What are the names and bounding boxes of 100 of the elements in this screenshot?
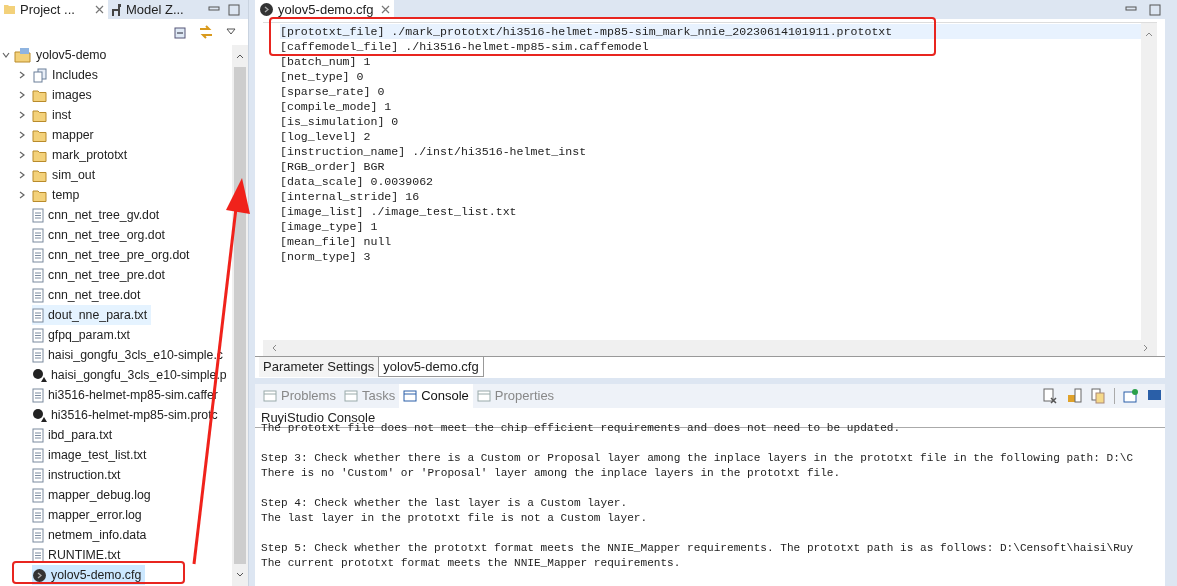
document-icon <box>32 247 44 263</box>
config-line: [caffemodel_file] ./hi3516-helmet-mp85-sim.caffemodel <box>280 39 650 54</box>
tree-item[interactable]: cnn_net_tree_pre_org.dot <box>32 245 194 265</box>
editor-tab[interactable]: yolov5-demo.cfg <box>255 0 395 19</box>
circle-triangle-icon <box>32 367 47 383</box>
folder-icon <box>4 4 16 15</box>
chevron-right-icon[interactable] <box>18 131 26 139</box>
tree-item[interactable]: Includes <box>32 65 102 85</box>
document-icon <box>32 427 44 443</box>
chevron-right-icon[interactable] <box>18 171 26 179</box>
view-icon <box>476 390 491 402</box>
collapse-all-icon[interactable] <box>172 25 186 39</box>
scroll-down-icon[interactable] <box>236 572 244 578</box>
scroll-right-icon[interactable] <box>1143 344 1149 352</box>
document-icon <box>32 347 44 363</box>
config-line: [RGB_order] BGR <box>280 159 386 174</box>
console-line: Step 4: Check whether the last layer is a Custom layer. <box>261 496 629 511</box>
chevron-right-icon[interactable] <box>18 151 26 159</box>
console-line: Step 3: Check whether there is a Custom or Proposal layer among the inplace layers in the prototxt file in the following path: D:\C <box>261 451 1135 466</box>
link-arrows-icon[interactable] <box>198 24 214 40</box>
document-icon <box>32 227 44 243</box>
config-line: [is_simulation] 0 <box>280 114 400 129</box>
tree-item[interactable]: mapper <box>32 125 98 145</box>
document-icon <box>32 487 44 503</box>
scrollbar[interactable] <box>232 45 248 586</box>
scroll-lock-icon[interactable] <box>1066 388 1082 404</box>
scroll-up-icon[interactable] <box>236 53 244 59</box>
tree-item[interactable]: mapper_debug.log <box>32 485 155 505</box>
tree-item[interactable]: ibd_para.txt <box>32 425 117 445</box>
tree-item[interactable]: yolov5-demo.cfg <box>32 565 146 585</box>
folder-icon <box>32 188 48 202</box>
config-line: [image_list] ./image_test_list.txt <box>280 204 518 219</box>
scroll-up-icon[interactable] <box>1145 31 1153 37</box>
scroll-thumb[interactable] <box>234 67 246 564</box>
tree-item[interactable]: images <box>32 85 96 105</box>
console-line: The current prototxt format meets the NNIE_Mapper requirements. <box>261 556 682 571</box>
folder-icon <box>32 128 48 142</box>
close-icon[interactable] <box>381 5 391 14</box>
config-line: [log_level] 2 <box>280 129 372 144</box>
folder-icon <box>32 108 48 122</box>
tree-item[interactable]: cnn_net_tree_pre.dot <box>32 265 169 285</box>
vertical-scrollbar[interactable] <box>1141 23 1157 340</box>
project-folder-icon <box>14 47 32 63</box>
tree-item[interactable]: mark_prototxt <box>32 145 132 165</box>
view-icon <box>263 390 277 402</box>
config-line: [internal_stride] 16 <box>280 189 421 204</box>
chevron-down-icon[interactable] <box>2 51 10 59</box>
tree-item[interactable]: sim_out <box>32 165 100 185</box>
tree-item[interactable]: mapper_error.log <box>32 505 146 525</box>
editor-page-tab[interactable]: Parameter Settings <box>259 357 379 377</box>
document-icon <box>32 507 44 523</box>
document-icon <box>32 467 44 483</box>
horizontal-scrollbar[interactable] <box>263 340 1157 356</box>
tree-item[interactable]: cnn_net_tree_org.dot <box>32 225 169 245</box>
maximize-icon[interactable] <box>1149 3 1161 16</box>
close-icon[interactable] <box>94 5 104 14</box>
tree-item[interactable]: RUNTIME.txt <box>32 545 125 565</box>
scroll-left-icon[interactable] <box>271 344 277 352</box>
document-icon <box>32 387 44 403</box>
config-line: [compile_mode] 1 <box>280 99 393 114</box>
config-line: [mean_file] null <box>280 234 393 249</box>
tree-item[interactable]: image_test_list.txt <box>32 445 151 465</box>
config-line: [image_type] 1 <box>280 219 379 234</box>
view-icon <box>343 390 358 402</box>
document-icon <box>32 267 44 283</box>
dropdown-icon[interactable] <box>226 28 236 36</box>
tree-item[interactable]: dout_nne_para.txt <box>32 305 152 325</box>
tree-item[interactable]: cnn_net_tree.dot <box>32 285 145 305</box>
folder-icon <box>32 88 48 102</box>
tree-item[interactable]: yolov5-demo <box>36 45 107 65</box>
chevron-right-icon[interactable] <box>18 91 26 99</box>
document-icon <box>32 547 44 563</box>
circle-triangle-icon <box>32 407 47 423</box>
view-tab[interactable]: Console <box>399 384 473 408</box>
document-icon <box>32 527 44 543</box>
tree-item[interactable]: instruction.txt <box>32 465 125 485</box>
config-line: [data_scale] 0.0039062 <box>280 174 435 189</box>
console-line: Step 5: Check whether the prototxt format meets the NNIE_Mapper requirements. The prototxt path is as follows: D:\Censoft\haisi\Ruy <box>261 541 1135 556</box>
editor-page-tab[interactable]: yolov5-demo.cfg <box>378 357 484 377</box>
document-icon <box>32 447 44 463</box>
config-line: [net_type] 0 <box>280 69 365 84</box>
document-icon <box>32 327 44 343</box>
tree-item[interactable]: temp <box>32 185 84 205</box>
document-icon <box>32 307 44 323</box>
stacked-pages-icon <box>32 67 48 83</box>
config-line: [norm_type] 3 <box>280 249 372 264</box>
document-icon <box>32 207 44 223</box>
folder-icon <box>32 148 48 162</box>
chevron-right-icon[interactable] <box>18 71 26 79</box>
tree-item[interactable]: gfpq_param.txt <box>32 325 135 345</box>
chevron-right-icon[interactable] <box>18 191 26 199</box>
tree-item[interactable]: inst <box>32 105 76 125</box>
maximize-icon[interactable] <box>228 4 240 16</box>
clear-console-icon[interactable] <box>1042 388 1058 404</box>
panel-tab[interactable]: Project ... <box>0 0 108 19</box>
view-icon <box>403 390 418 402</box>
chevron-right-icon[interactable] <box>18 111 26 119</box>
document-copy-icon[interactable] <box>1090 388 1106 404</box>
tree-item[interactable]: cnn_net_tree_gv.dot <box>32 205 164 225</box>
tree-item[interactable]: netmem_info.data <box>32 525 151 545</box>
